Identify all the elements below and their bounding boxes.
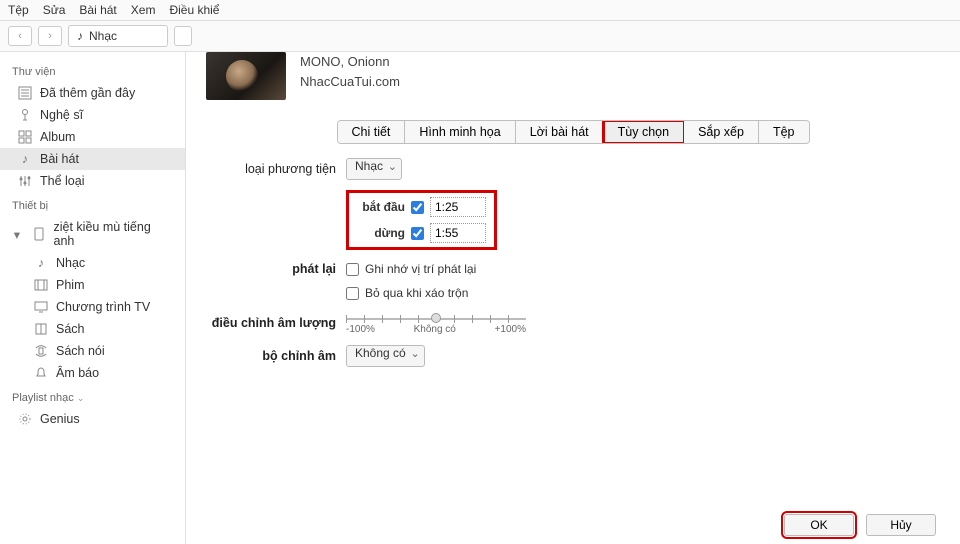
song-artist: MONO, Onionn	[300, 52, 400, 72]
cancel-button[interactable]: Hủy	[866, 514, 936, 536]
stop-checkbox[interactable]	[411, 227, 424, 240]
sidebar-item-album[interactable]: Album	[0, 126, 185, 148]
tab-details[interactable]: Chi tiết	[338, 121, 406, 143]
stop-time-input[interactable]	[430, 223, 486, 243]
eq-select[interactable]: Không có	[346, 345, 425, 367]
bell-icon	[34, 366, 48, 380]
forward-button[interactable]: ›	[38, 26, 62, 46]
sidebar-item-dev-music[interactable]: ♪Nhạc	[0, 252, 185, 274]
phone-icon	[32, 227, 46, 241]
mic-icon	[18, 108, 32, 122]
vol-none-label: Không có	[414, 324, 456, 335]
sidebar-item-artist[interactable]: Nghệ sĩ	[0, 104, 185, 126]
sidebar-item-dev-tv[interactable]: Chương trình TV	[0, 296, 185, 318]
vol-max-label: +100%	[495, 324, 526, 335]
start-time-input[interactable]	[430, 197, 486, 217]
menu-song[interactable]: Bài hát	[79, 3, 116, 17]
ok-button[interactable]: OK	[784, 514, 854, 536]
sliders-icon	[18, 174, 32, 188]
tab-options[interactable]: Tùy chọn	[604, 121, 684, 143]
genius-icon	[18, 412, 32, 426]
audiobook-icon	[34, 344, 48, 358]
menu-view[interactable]: Xem	[131, 3, 156, 17]
tab-lyrics[interactable]: Lời bài hát	[516, 121, 604, 143]
chevron-down-icon: ⌄	[77, 393, 85, 403]
menu-controls[interactable]: Điều khiể	[169, 3, 219, 17]
sb-heading-devices: Thiết bị	[0, 192, 185, 216]
clock-icon	[18, 86, 32, 100]
label-stop: dừng	[353, 226, 405, 240]
note-icon: ♪	[34, 256, 48, 270]
skip-shuffle-checkbox[interactable]	[346, 287, 359, 300]
start-stop-highlight: bắt đầu dừng	[346, 190, 497, 250]
book-icon	[34, 322, 48, 336]
sidebar-item-dev-books[interactable]: Sách	[0, 318, 185, 340]
library-select-label: Nhạc	[89, 29, 117, 43]
sidebar-item-dev-movies[interactable]: Phim	[0, 274, 185, 296]
song-source: NhacCuaTui.com	[300, 72, 400, 92]
grid-icon	[18, 130, 32, 144]
menu-edit[interactable]: Sửa	[43, 3, 66, 17]
sidebar-item-songs[interactable]: ♪Bài hát	[0, 148, 185, 170]
sidebar-item-dev-audiobooks[interactable]: Sách nói	[0, 340, 185, 362]
label-volume-adj: điều chỉnh âm lượng	[206, 316, 346, 330]
sidebar-item-genius[interactable]: Genius	[0, 408, 185, 430]
album-artwork	[206, 52, 286, 100]
sidebar: Thư viện Đã thêm gần đây Nghệ sĩ Album ♪…	[0, 52, 186, 544]
toolbar: ‹ › ♪ Nhạc	[0, 21, 960, 52]
film-icon	[34, 278, 48, 292]
start-checkbox[interactable]	[411, 201, 424, 214]
remember-position-checkbox[interactable]	[346, 263, 359, 276]
library-select[interactable]: ♪ Nhạc	[68, 25, 168, 47]
vol-min-label: -100%	[346, 324, 375, 335]
label-playback: phát lại	[206, 262, 346, 276]
back-button[interactable]: ‹	[8, 26, 32, 46]
sidebar-item-device[interactable]: ▾ziệt kiều mù tiếng anh	[0, 216, 185, 252]
note-icon: ♪	[18, 152, 32, 166]
sb-heading-playlist: Playlist nhạc ⌄	[0, 384, 185, 408]
song-options-dialog: MONO, Onionn NhacCuaTui.com Chi tiết Hìn…	[186, 52, 960, 544]
label-remember-pos: Ghi nhớ vị trí phát lại	[365, 262, 476, 276]
sidebar-item-recent[interactable]: Đã thêm gần đây	[0, 82, 185, 104]
sb-heading-library: Thư viện	[0, 58, 185, 82]
tv-icon	[34, 300, 48, 314]
menu-file[interactable]: Tệp	[8, 3, 29, 17]
sidebar-item-dev-tones[interactable]: Âm báo	[0, 362, 185, 384]
volume-slider[interactable]: -100% Không có +100%	[346, 310, 526, 335]
label-media-type: loại phương tiện	[206, 162, 346, 176]
chevron-down-icon: ▾	[10, 227, 24, 241]
music-note-icon: ♪	[77, 29, 83, 43]
label-eq: bộ chỉnh âm	[206, 349, 346, 363]
media-type-select[interactable]: Nhạc	[346, 158, 402, 180]
sidebar-item-genre[interactable]: Thể loại	[0, 170, 185, 192]
tab-sorting[interactable]: Sắp xếp	[684, 121, 759, 143]
dialog-tabs: Chi tiết Hình minh họa Lời bài hát Tùy c…	[186, 112, 960, 158]
slider-thumb-icon[interactable]	[431, 313, 441, 323]
toolbar-extra-button[interactable]	[174, 26, 192, 46]
label-start: bắt đầu	[353, 200, 405, 214]
menubar: Tệp Sửa Bài hát Xem Điều khiể	[0, 0, 960, 21]
tab-artwork[interactable]: Hình minh họa	[405, 121, 515, 143]
tab-file[interactable]: Tệp	[759, 121, 809, 143]
label-skip-shuffle: Bỏ qua khi xáo trộn	[365, 286, 468, 300]
